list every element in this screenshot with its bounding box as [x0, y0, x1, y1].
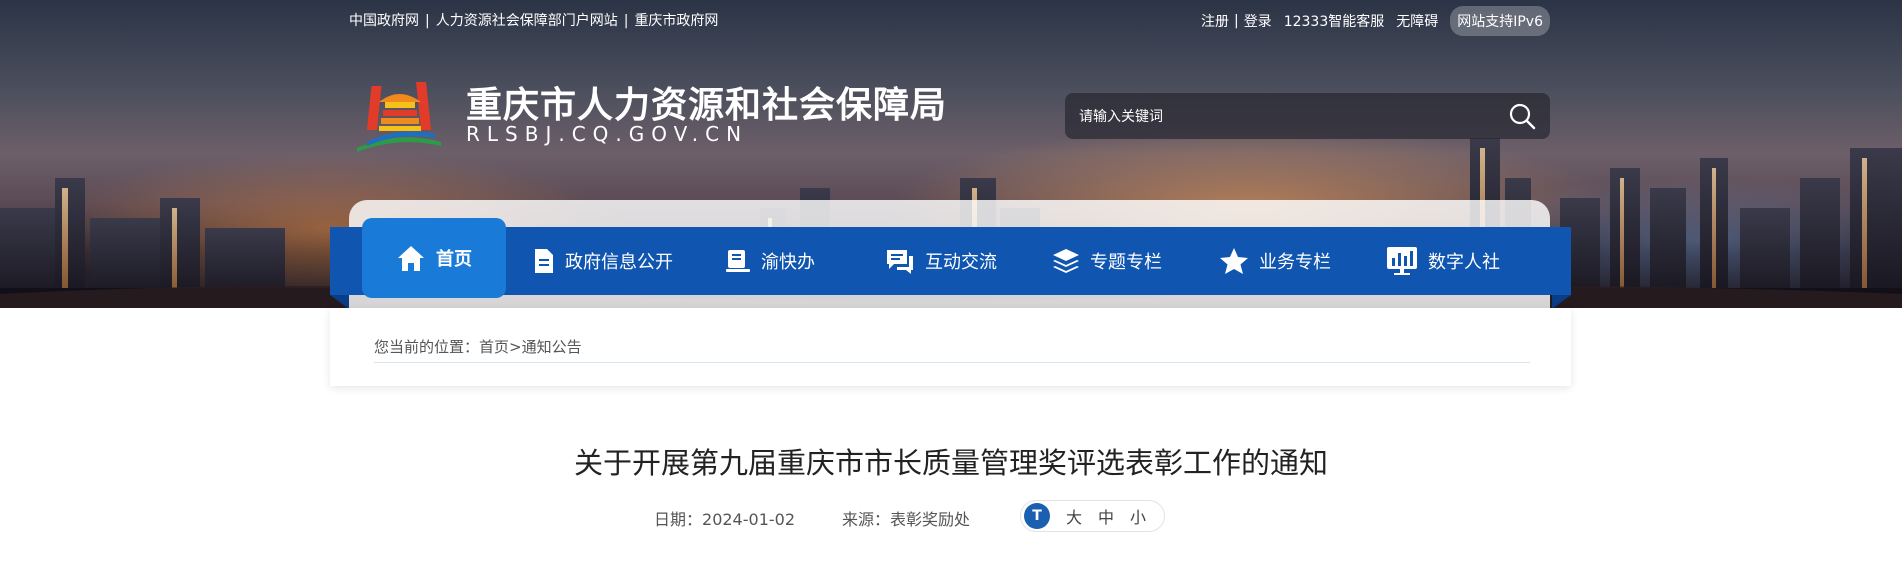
site-domain: RLSBJ.CQ.GOV.CN: [466, 122, 749, 146]
smart-service-link[interactable]: 12333智能客服: [1284, 11, 1385, 31]
nav-item-label: 渝快办: [761, 252, 815, 273]
search-box: [1065, 93, 1550, 139]
site-logo-icon[interactable]: [349, 72, 449, 152]
article-date: 日期：2024-01-02: [654, 506, 795, 530]
nav-item-home[interactable]: 首页: [362, 218, 506, 298]
source-label: 来源：: [842, 510, 891, 529]
nav-item-gov-info[interactable]: 政府信息公开: [533, 227, 673, 295]
chart-board-icon: [1387, 247, 1417, 275]
nav-item-label: 业务专栏: [1259, 252, 1331, 273]
breadcrumb-home-link[interactable]: 首页: [479, 338, 509, 356]
accessibility-link[interactable]: 无障碍: [1396, 11, 1438, 31]
date-label: 日期：: [654, 510, 703, 529]
breadcrumb-arrow: >: [509, 338, 522, 356]
user-links: 注册 | 登录 12333智能客服 无障碍 网站支持IPv6: [1201, 6, 1550, 36]
nav-fold-left: [330, 295, 349, 309]
nav-item-interaction[interactable]: 互动交流: [885, 227, 997, 295]
login-link[interactable]: 登录: [1244, 11, 1272, 31]
article-source: 来源：表彰奖励处: [842, 506, 970, 530]
nav-item-label: 数字人社: [1428, 252, 1500, 273]
breadcrumb-prefix: 您当前的位置：: [374, 338, 480, 356]
nav-item-label: 专题专栏: [1090, 252, 1162, 273]
font-size-large-button[interactable]: 大: [1066, 504, 1082, 528]
breadcrumb-current-link[interactable]: 通知公告: [522, 338, 582, 356]
layers-icon: [1053, 249, 1079, 273]
nav-item-business[interactable]: 业务专栏: [1219, 227, 1331, 295]
search-icon[interactable]: [1508, 102, 1536, 130]
register-link[interactable]: 注册: [1201, 11, 1229, 31]
font-size-switcher: T 大 中 小: [1020, 500, 1165, 532]
nav-item-label: 互动交流: [925, 252, 997, 273]
nav-fold-right: [1552, 295, 1571, 309]
date-value: 2024-01-02: [702, 510, 795, 529]
chat-icon: [887, 250, 913, 274]
nav-item-topics[interactable]: 专题专栏: [1052, 227, 1162, 295]
gov-portal-link[interactable]: 中国政府网: [349, 13, 419, 29]
nav-item-label: 首页: [436, 249, 472, 270]
font-size-medium-button[interactable]: 中: [1098, 504, 1114, 528]
breadcrumb: 您当前的位置：首页>通知公告: [374, 336, 582, 357]
book-icon: [726, 250, 750, 272]
breadcrumb-divider: [374, 362, 1530, 363]
star-icon: [1220, 248, 1248, 274]
mohrss-portal-link[interactable]: 人力资源社会保障部门户网站: [436, 13, 618, 29]
font-size-icon: T: [1024, 503, 1050, 529]
search-input[interactable]: [1079, 93, 1479, 139]
source-value: 表彰奖励处: [890, 510, 971, 529]
top-links: 中国政府网 | 人力资源社会保障部门户网站 | 重庆市政府网: [349, 13, 719, 29]
nav-item-digital[interactable]: 数字人社: [1386, 227, 1500, 295]
home-icon: [398, 246, 424, 271]
chongqing-gov-link[interactable]: 重庆市政府网: [634, 13, 718, 29]
ipv6-badge: 网站支持IPv6: [1450, 6, 1550, 36]
document-icon: [535, 249, 553, 273]
font-size-small-button[interactable]: 小: [1130, 504, 1146, 528]
article-title: 关于开展第九届重庆市市长质量管理奖评选表彰工作的通知: [573, 446, 1328, 480]
nav-item-label: 政府信息公开: [565, 252, 673, 273]
nav-item-yukuaiban[interactable]: 渝快办: [725, 227, 815, 295]
site-title[interactable]: 重庆市人力资源和社会保障局: [466, 76, 947, 128]
